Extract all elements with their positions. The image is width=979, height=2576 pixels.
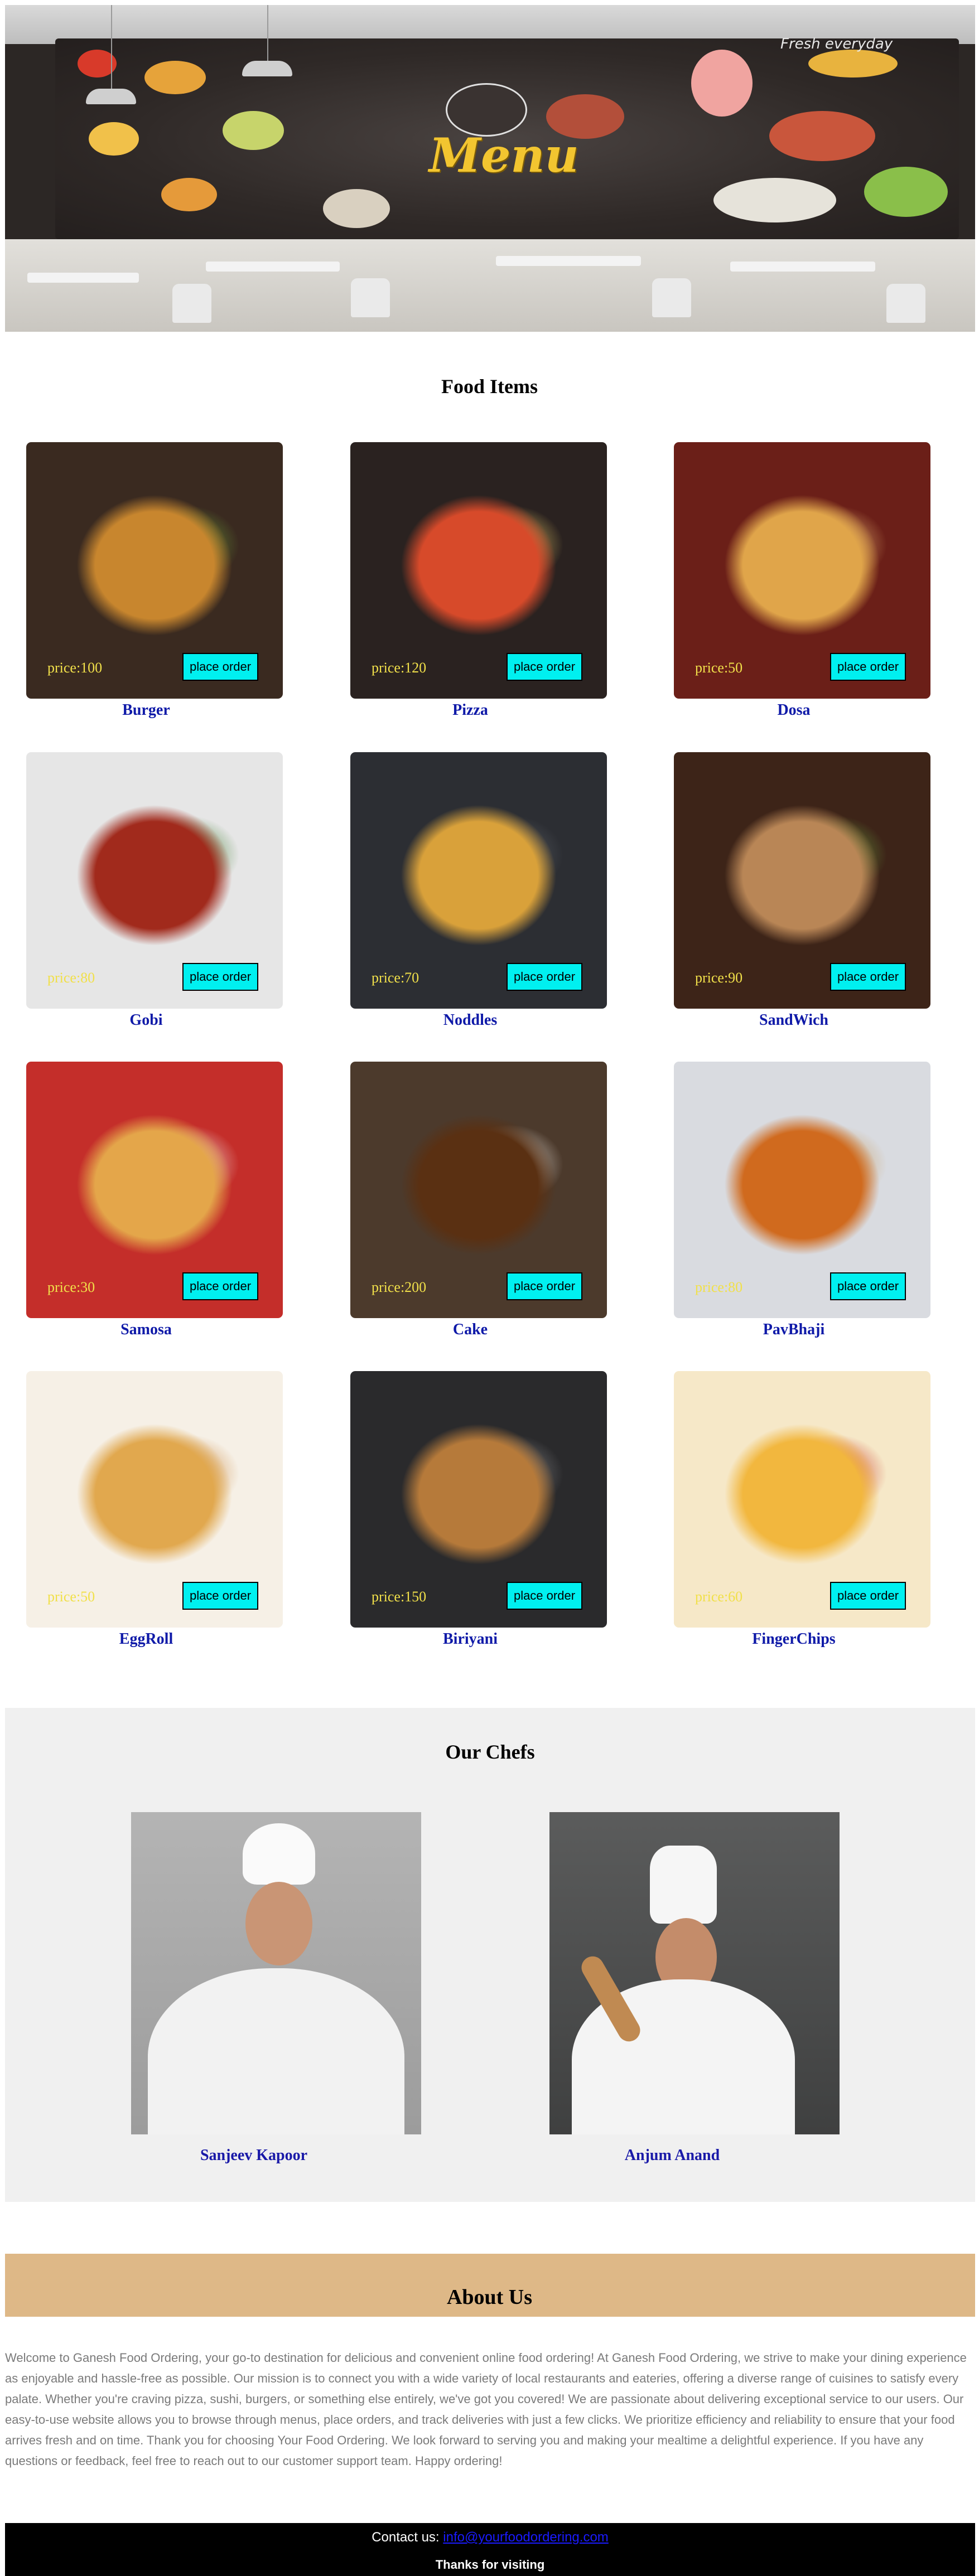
place-order-button[interactable]: place order [507,1582,582,1610]
food-price: price:60 [695,1589,743,1605]
food-photo: price:50 place order [674,442,930,699]
food-price: price:90 [695,970,743,986]
place-order-button[interactable]: place order [182,1582,258,1610]
food-photo: price:50 place order [26,1371,283,1628]
food-name: SandWich [759,1011,828,1029]
food-photo: price:80 place order [26,752,283,1009]
chef-photo [549,1812,840,2134]
fresh-everyday-text: Fresh everyday [780,36,893,52]
food-photo: price:150 place order [350,1371,607,1628]
food-name: Samosa [120,1321,172,1338]
food-price: price:200 [372,1279,427,1295]
contact-email-link[interactable]: info@yourfoodordering.com [443,2530,609,2545]
place-order-button[interactable]: place order [182,653,258,681]
food-photo: price:70 place order [350,752,607,1009]
about-title: About Us [446,2286,533,2309]
contact-line: Contact us: info@yourfoodordering.com [5,2530,975,2545]
food-photo: price:200 place order [350,1062,607,1318]
food-name: Pizza [452,701,488,719]
food-price: price:150 [372,1589,427,1605]
food-photo: price:120 place order [350,442,607,699]
chef-photo [131,1812,421,2134]
about-paragraph: Welcome to Ganesh Food Ordering, your go… [5,2351,967,2468]
food-price: price:80 [47,970,95,986]
food-name: Biriyani [442,1630,498,1648]
food-price: price:120 [372,660,427,676]
food-photo: price:100 place order [26,442,283,699]
place-order-button[interactable]: place order [182,1272,258,1300]
place-order-button[interactable]: place order [507,1272,582,1300]
food-name: Cake [452,1321,488,1338]
place-order-button[interactable]: place order [830,653,906,681]
chef-name: Anjum Anand [624,2147,720,2164]
chef-name: Sanjeev Kapoor [200,2147,308,2164]
place-order-button[interactable]: place order [830,1582,906,1610]
place-order-button[interactable]: place order [507,963,582,991]
food-price: price:70 [372,970,419,986]
footer: Contact us: info@yourfoodordering.com Th… [5,2523,975,2576]
food-name: Noddles [443,1011,498,1029]
contact-label: Contact us: [372,2530,443,2545]
food-photo: price:90 place order [674,752,930,1009]
food-photo: price:30 place order [26,1062,283,1318]
place-order-button[interactable]: place order [830,963,906,991]
food-name: Dosa [777,701,811,719]
chefs-section: Our Chefs Sanjeev Kapoor Anjum Anand [5,1708,975,2202]
food-name: Gobi [129,1011,163,1029]
food-name: Burger [122,701,170,719]
food-name: EggRoll [119,1630,173,1648]
food-price: price:50 [47,1589,95,1605]
restaurant-floor [5,239,975,332]
chefs-title: Our Chefs [445,1741,535,1763]
food-price: price:50 [695,660,743,676]
food-name: PavBhaji [763,1321,825,1338]
food-name: FingerChips [752,1630,836,1648]
thanks-text: Thanks for visiting [435,2558,545,2572]
food-photo: price:80 place order [674,1062,930,1318]
place-order-button[interactable]: place order [507,653,582,681]
food-items-title: Food Items [441,375,538,398]
menu-word: Menu [429,128,579,183]
food-price: price:30 [47,1279,95,1295]
place-order-button[interactable]: place order [830,1272,906,1300]
food-price: price:100 [47,660,103,676]
food-price: price:80 [695,1279,743,1295]
food-photo: price:60 place order [674,1371,930,1628]
place-order-button[interactable]: place order [182,963,258,991]
hero-banner: Menu Fresh everyday [5,5,975,332]
